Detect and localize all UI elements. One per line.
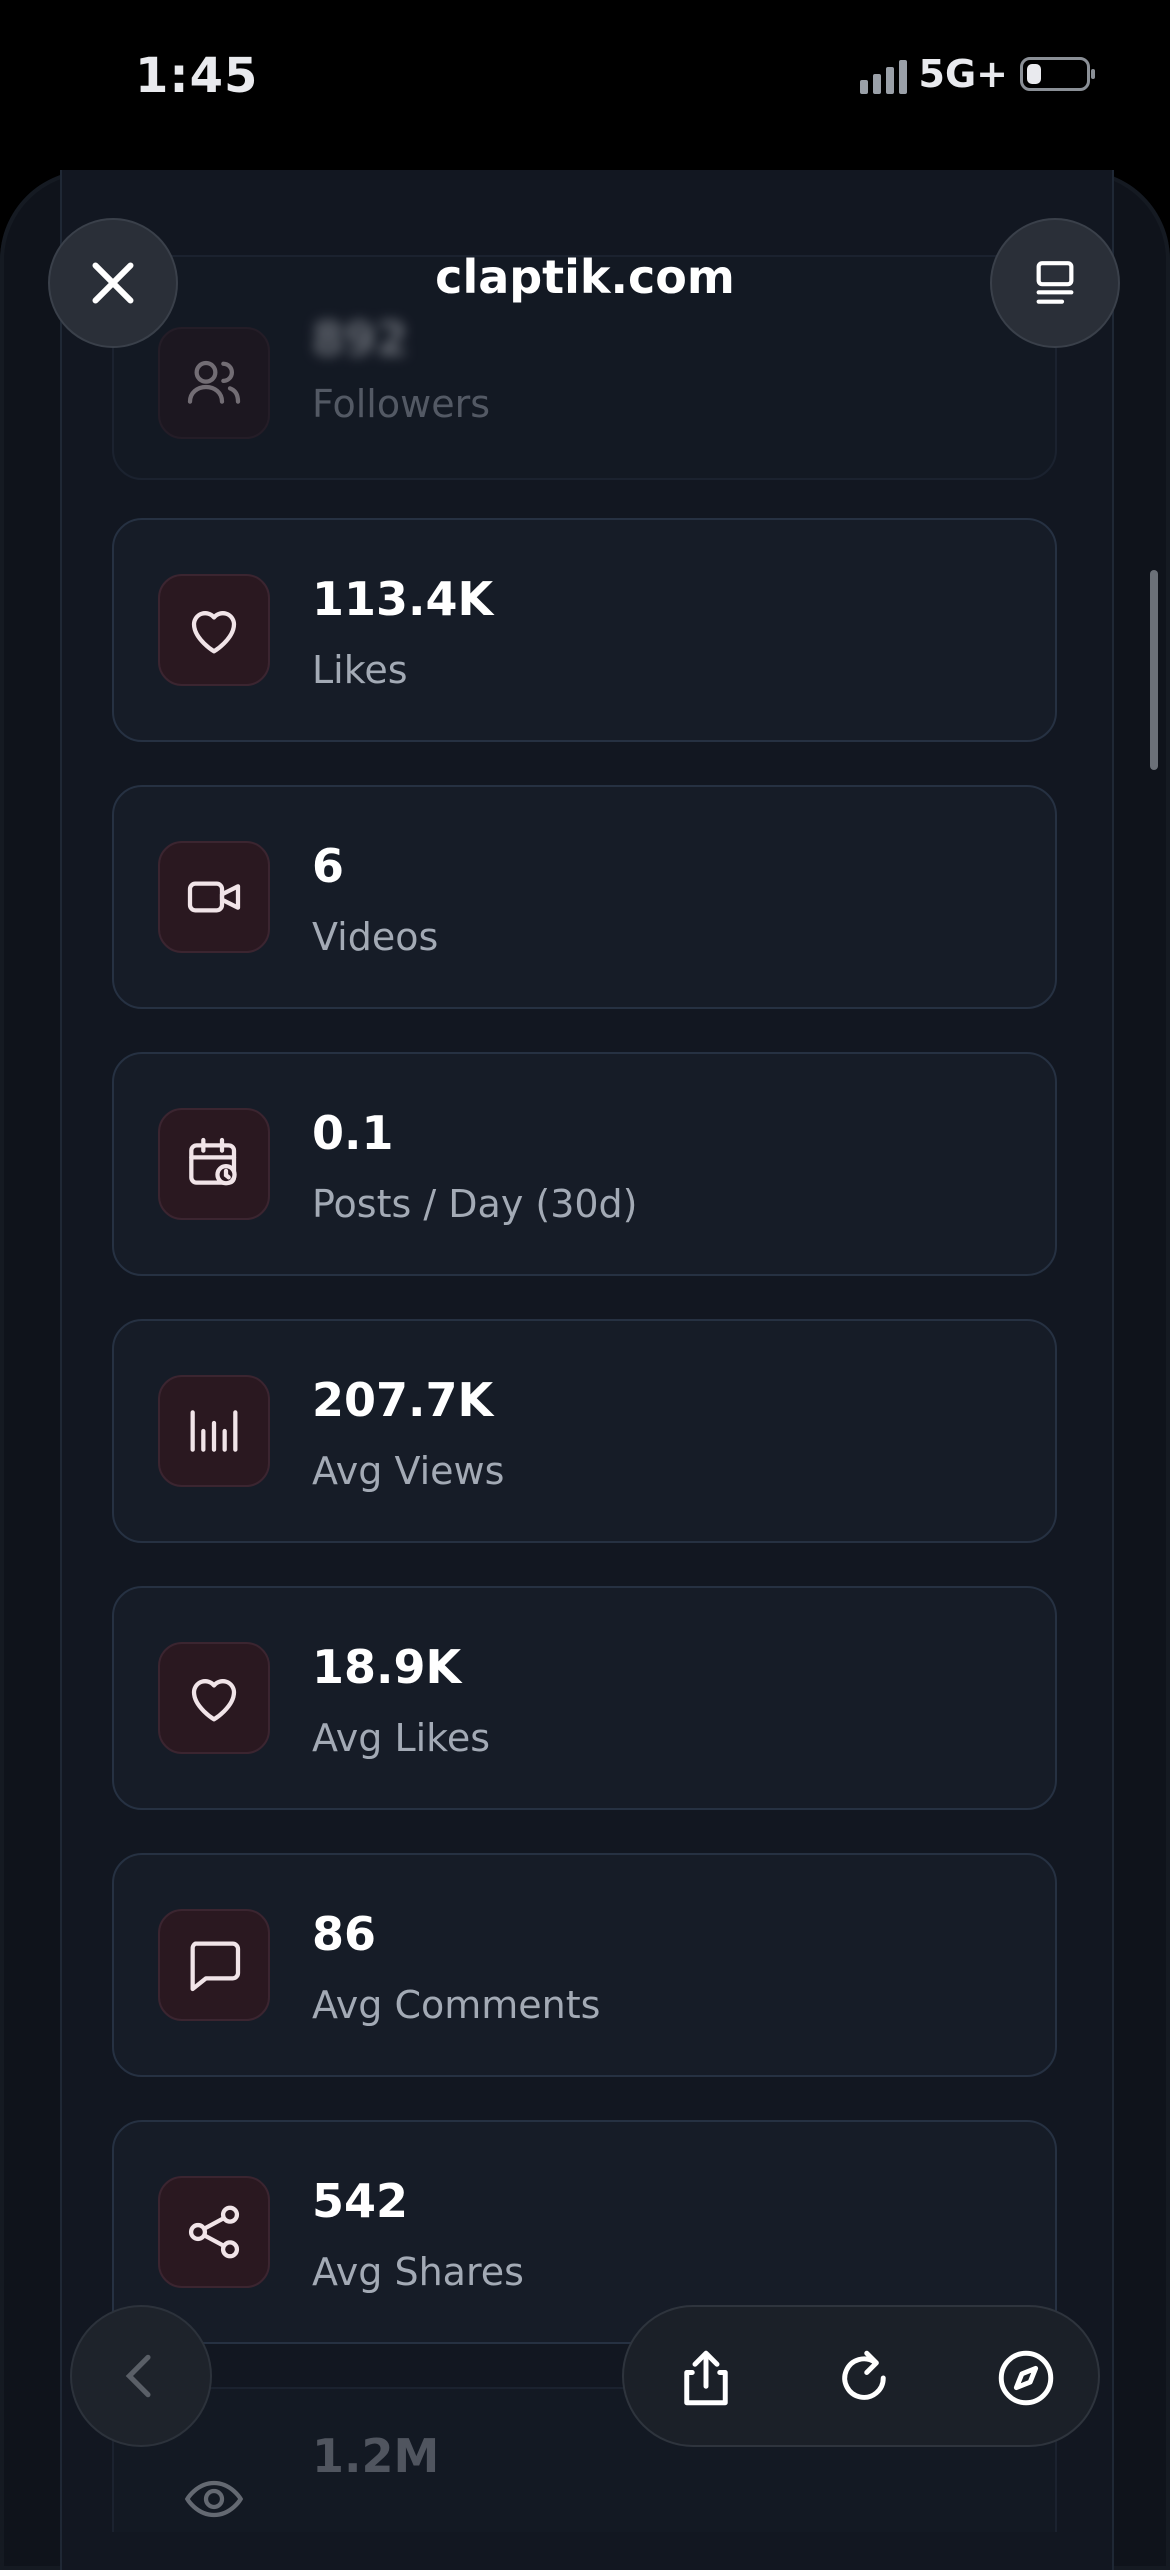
reload-button[interactable]: [824, 2338, 904, 2418]
stat-label: Avg Likes: [312, 1716, 491, 1760]
stat-label: Followers: [312, 382, 490, 426]
heart-icon: [158, 574, 270, 686]
stat-card-likes: 113.4K Likes: [112, 518, 1057, 742]
stat-label: Posts / Day (30d): [312, 1182, 638, 1226]
stat-value: 892: [312, 312, 409, 366]
stat-value: 18.9K: [312, 1640, 462, 1694]
status-time: 1:45: [135, 48, 259, 104]
browser-toolbar: [622, 2305, 1100, 2447]
calendar-clock-icon: [158, 1108, 270, 1220]
stat-value: 6: [312, 839, 345, 893]
stat-value: 113.4K: [312, 572, 494, 626]
signal-icon: [859, 54, 907, 94]
stat-label: Avg Shares: [312, 2250, 524, 2294]
stat-label: Likes: [312, 648, 408, 692]
stat-card-posts-per-day: 0.1 Posts / Day (30d): [112, 1052, 1057, 1276]
open-in-safari-button[interactable]: [986, 2338, 1066, 2418]
network-type: 5G+: [918, 52, 1008, 96]
stat-label: Avg Comments: [312, 1983, 601, 2027]
followers-icon: [158, 327, 270, 439]
stat-value: 1.2M: [312, 2429, 440, 2483]
stat-value: 542: [312, 2174, 409, 2228]
stat-card-videos: 6 Videos: [112, 785, 1057, 1009]
stat-card-avg-views: 207.7K Avg Views: [112, 1319, 1057, 1543]
heart-icon: [158, 1642, 270, 1754]
back-chevron-icon: [125, 2354, 151, 2398]
stat-value: 86: [312, 1907, 377, 1961]
stat-value: 207.7K: [312, 1373, 494, 1427]
share-upload-icon: [684, 2350, 728, 2406]
compass-icon: [998, 2350, 1054, 2406]
share-button[interactable]: [666, 2338, 746, 2418]
share-icon: [158, 2176, 270, 2288]
stat-value: 0.1: [312, 1106, 394, 1160]
eye-icon: [158, 2443, 270, 2555]
bar-chart-icon: [158, 1375, 270, 1487]
status-bar: 1:45 5G+: [0, 0, 1170, 150]
stat-label: Avg Views: [312, 1449, 505, 1493]
stat-card-avg-likes: 18.9K Avg Likes: [112, 1586, 1057, 1810]
battery-icon: [1020, 57, 1095, 91]
stat-card-avg-comments: 86 Avg Comments: [112, 1853, 1057, 2077]
reload-icon: [842, 2350, 886, 2400]
video-icon: [158, 841, 270, 953]
comment-icon: [158, 1909, 270, 2021]
reader-menu-icon: [1036, 261, 1074, 304]
scrollbar[interactable]: [1150, 570, 1158, 770]
back-button[interactable]: [70, 2305, 212, 2447]
reader-menu-button[interactable]: [990, 218, 1120, 348]
status-indicators: 5G+: [859, 52, 1095, 96]
stat-label: Videos: [312, 915, 439, 959]
